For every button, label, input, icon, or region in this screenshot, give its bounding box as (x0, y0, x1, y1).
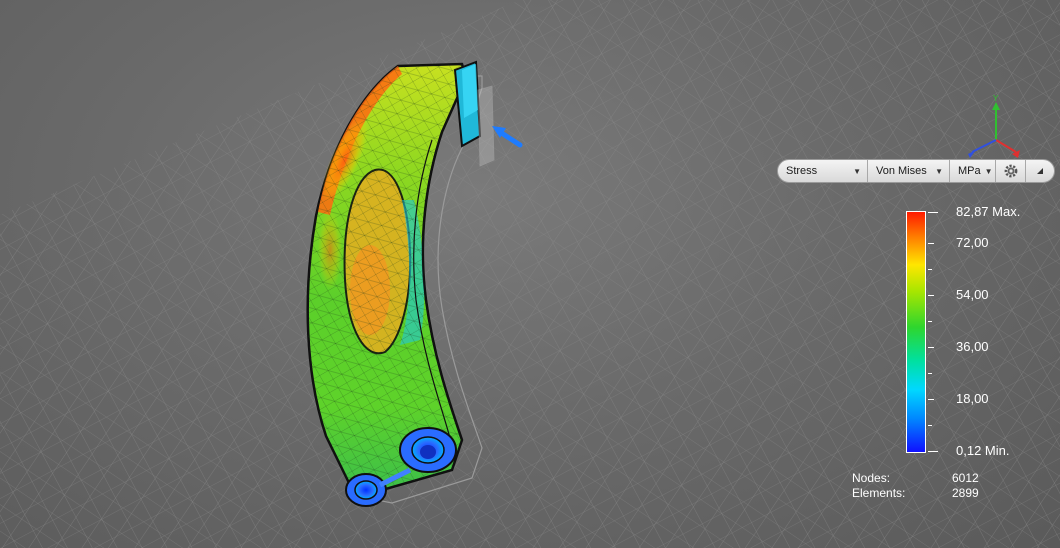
legend-tick-label: 54,00 (956, 287, 989, 302)
legend-tick-label: 18,00 (956, 391, 989, 406)
unit-dropdown[interactable]: MPa ▼ (950, 160, 996, 182)
legend-tick (928, 295, 934, 296)
result-type-dropdown[interactable]: Stress ▼ (778, 160, 868, 182)
legend-tick (928, 321, 932, 322)
bottom-lug-left (345, 473, 387, 507)
elements-row: Elements: 2899 (852, 486, 979, 501)
result-toolbar: Stress ▼ Von Mises ▼ MPa ▼ (777, 159, 1055, 183)
elements-label: Elements: (852, 486, 906, 500)
legend-tick (928, 425, 932, 426)
legend-tick (928, 212, 938, 213)
legend-tick (928, 399, 934, 400)
component-dropdown[interactable]: Von Mises ▼ (868, 160, 950, 182)
mesh-statistics: Nodes: 6012 Elements: 2899 (852, 471, 979, 501)
nodes-label: Nodes: (852, 471, 891, 485)
bottom-lug-right (399, 427, 457, 473)
legend-max-label: 82,87 Max. (956, 204, 1021, 219)
legend-tick-label: 36,00 (956, 339, 989, 354)
legend-tick (928, 451, 938, 452)
chevron-down-icon: ▼ (935, 166, 943, 176)
component-value: Von Mises (876, 165, 927, 177)
chevron-down-icon: ▼ (853, 166, 861, 176)
stress-color-legend: 82,87 Max. 72,00 54,00 36,00 18,00 0,12 … (900, 205, 1060, 465)
collapse-triangle-icon (1037, 168, 1043, 174)
unit-value: MPa (958, 165, 981, 177)
gear-icon (1004, 164, 1017, 178)
nodes-row: Nodes: 6012 (852, 471, 979, 486)
triad-y-label: Y (993, 94, 999, 103)
chevron-down-icon: ▼ (984, 166, 993, 176)
legend-tick (928, 347, 934, 348)
legend-min-label: 0,12 Min. (956, 443, 1010, 458)
settings-button[interactable] (996, 160, 1026, 182)
elements-value: 2899 (952, 486, 979, 500)
nodes-value: 6012 (952, 471, 979, 485)
legend-tick (928, 269, 932, 270)
legend-color-bar (906, 211, 926, 453)
legend-tick (928, 373, 932, 374)
legend-tick-label: 72,00 (956, 235, 989, 250)
collapse-button[interactable] (1026, 160, 1054, 182)
result-type-value: Stress (786, 165, 818, 177)
legend-tick (928, 243, 934, 244)
